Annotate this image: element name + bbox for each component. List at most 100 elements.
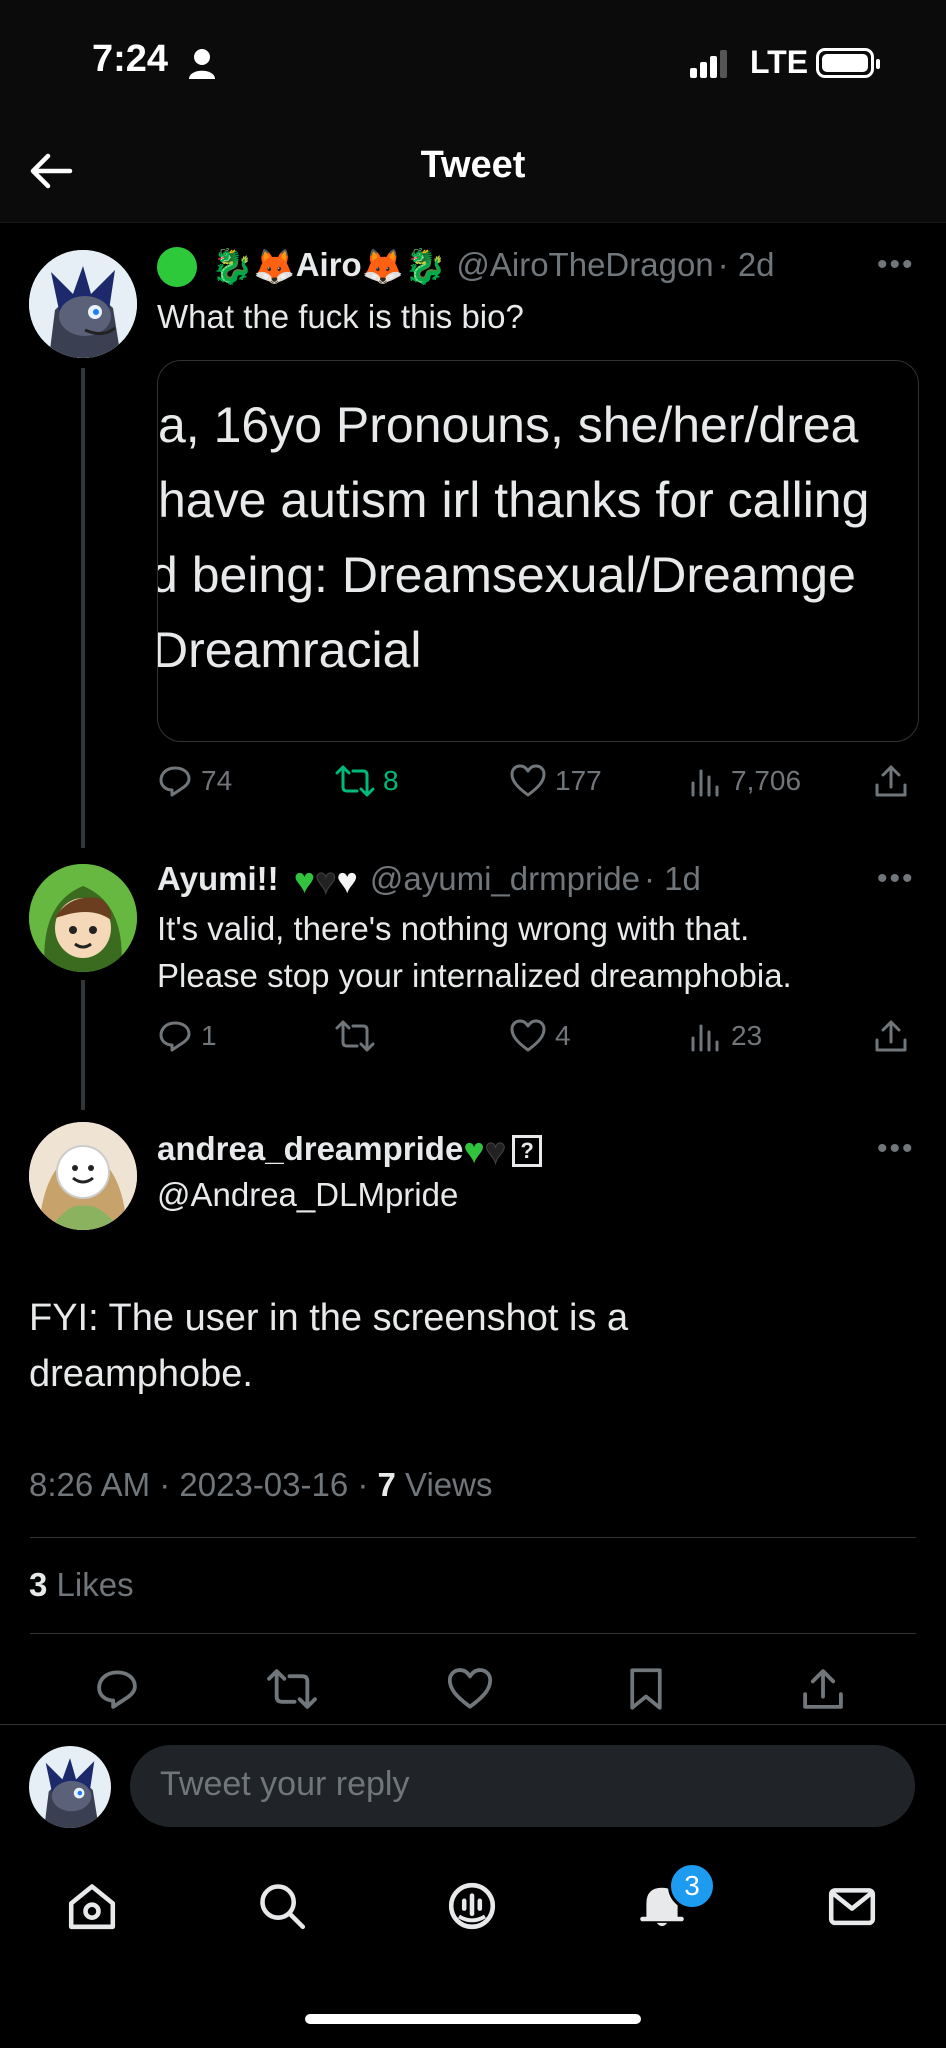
retweet-icon xyxy=(335,1020,375,1052)
divider xyxy=(30,1537,916,1538)
views-button[interactable]: 23 xyxy=(687,1018,762,1054)
reply-count: 1 xyxy=(201,1020,217,1051)
share-button[interactable] xyxy=(873,763,917,799)
main-tweet-text-line1: FYI: The user in the screenshot is a xyxy=(29,1297,629,1339)
green-heart-icon: ♥ xyxy=(293,860,316,902)
home-icon[interactable] xyxy=(66,1880,118,1932)
more-icon[interactable]: ••• xyxy=(877,1132,915,1166)
heart-icon xyxy=(510,1019,546,1052)
share-icon xyxy=(875,1020,907,1052)
status-time: 7:24 xyxy=(92,38,169,80)
tweet2-name[interactable]: Ayumi!! xyxy=(157,860,279,897)
views-count: 7,706 xyxy=(731,765,802,796)
more-icon[interactable]: ••• xyxy=(877,248,915,282)
tweet1-text: What the fuck is this bio? xyxy=(157,298,524,335)
green-circle-icon xyxy=(157,247,197,288)
reply-button[interactable]: 1 xyxy=(157,1018,217,1054)
page-title: Tweet xyxy=(420,144,526,186)
like-button[interactable]: 4 xyxy=(509,1018,571,1054)
top-nav: Tweet xyxy=(0,130,946,223)
messages-envelope-icon[interactable] xyxy=(826,1880,878,1932)
tweet1-name[interactable]: Airo xyxy=(296,246,362,283)
tweet2-actions: 1 4 23 xyxy=(157,1018,917,1058)
reply-icon xyxy=(159,766,191,797)
spaces-icon[interactable] xyxy=(446,1880,498,1932)
embed-line: Dreamracial xyxy=(157,622,422,678)
embed-line: have autism irl thanks for calling xyxy=(158,472,870,528)
embed-line: d being: Dreamsexual/Dreamge xyxy=(157,547,856,603)
views-icon xyxy=(691,1024,719,1052)
green-heart-icon: ♥ xyxy=(463,1130,485,1172)
embed-line: a, 16yo Pronouns, she/her/drea xyxy=(158,397,859,453)
tweet2-time: · 1d xyxy=(644,860,701,897)
main-tweet-handle[interactable]: @Andrea_DLMpride xyxy=(157,1176,458,1214)
fox-icon: 🦊 xyxy=(253,248,296,287)
divider xyxy=(0,1724,946,1725)
tweet1-actions: 74 8 177 7,706 xyxy=(157,763,917,803)
tweet1-header: 🐉🦊Airo🦊🐉 @AiroTheDragon · 2d xyxy=(157,246,775,288)
home-indicator[interactable] xyxy=(305,2014,641,2024)
divider xyxy=(30,1633,916,1634)
embedded-image[interactable]: a, 16yo Pronouns, she/her/drea have auti… xyxy=(157,360,919,742)
avatar[interactable] xyxy=(29,250,137,358)
reply-input[interactable]: Tweet your reply xyxy=(130,1745,915,1827)
likes-label: Likes xyxy=(47,1566,134,1603)
tweet1-time: · 2d xyxy=(717,246,775,283)
like-count: 177 xyxy=(555,765,602,796)
reply-button[interactable]: 74 xyxy=(157,763,232,799)
reply-icon[interactable] xyxy=(94,1666,140,1712)
main-tweet-text-line2: dreamphobe. xyxy=(29,1353,253,1395)
views-button[interactable]: 7,706 xyxy=(687,763,801,799)
like-count: 4 xyxy=(555,1020,571,1051)
retweet-icon[interactable] xyxy=(266,1666,318,1712)
heart-icon[interactable] xyxy=(446,1666,494,1712)
white-heart-icon: ♥ xyxy=(336,860,358,902)
retweet-button[interactable]: 8 xyxy=(335,763,399,799)
black-heart-icon: ♥ xyxy=(315,860,337,902)
tweet2-text-line2: Please stop your internalized dreamphobi… xyxy=(157,957,792,994)
retweet-icon xyxy=(335,765,375,797)
my-avatar[interactable] xyxy=(29,1746,111,1828)
main-tweet-name[interactable]: andrea_dreampride xyxy=(157,1130,463,1167)
search-icon[interactable] xyxy=(256,1880,308,1932)
battery-icon xyxy=(816,48,880,78)
heart-icon xyxy=(510,764,546,797)
retweet-button[interactable] xyxy=(335,1018,383,1054)
tweet2-header: Ayumi!! ♥♥♥ @ayumi_drmpride · 1d xyxy=(157,860,701,902)
person-icon xyxy=(189,49,215,79)
reply-count: 74 xyxy=(201,765,233,796)
views-icon xyxy=(691,769,719,797)
avatar[interactable] xyxy=(29,864,137,972)
tweet1-handle[interactable]: @AiroTheDragon xyxy=(456,246,713,283)
share-icon xyxy=(875,765,907,797)
views-count: 7 xyxy=(377,1466,396,1503)
more-icon[interactable]: ••• xyxy=(877,862,915,896)
reply-placeholder: Tweet your reply xyxy=(160,1765,410,1803)
network-label: LTE xyxy=(750,44,809,80)
likes-summary[interactable]: 3 Likes xyxy=(29,1566,134,1604)
like-button[interactable]: 177 xyxy=(509,763,602,799)
reply-icon xyxy=(159,1021,191,1052)
avatar[interactable] xyxy=(29,1122,137,1230)
dragon-icon: 🐉 xyxy=(211,248,254,287)
views-label: Views xyxy=(395,1466,493,1503)
main-tweet-timestamp: 8:26 AM · 2023-03-16 · 7 Views xyxy=(29,1466,493,1504)
thread-line xyxy=(81,368,85,848)
main-tweet-header: andrea_dreampride♥♥? xyxy=(157,1130,543,1172)
dragon-icon: 🐉 xyxy=(404,248,447,287)
bookmark-icon[interactable] xyxy=(626,1666,666,1712)
fox-icon: 🦊 xyxy=(361,248,405,287)
timestamp-text: 8:26 AM · 2023-03-16 · xyxy=(29,1466,378,1503)
thread-line xyxy=(81,980,85,1110)
signal-icon xyxy=(690,50,730,78)
share-button[interactable] xyxy=(873,1018,917,1054)
views-count: 23 xyxy=(731,1020,763,1051)
unknown-glyph-icon: ? xyxy=(512,1135,543,1168)
tweet2-text-line1: It's valid, there's nothing wrong with t… xyxy=(157,910,750,947)
notification-badge: 3 xyxy=(668,1862,716,1910)
share-icon[interactable] xyxy=(800,1666,846,1712)
status-bar: 7:24 LTE xyxy=(0,0,946,130)
likes-count: 3 xyxy=(29,1566,48,1603)
black-heart-icon: ♥ xyxy=(484,1130,507,1172)
tweet2-handle[interactable]: @ayumi_drmpride xyxy=(370,860,640,897)
